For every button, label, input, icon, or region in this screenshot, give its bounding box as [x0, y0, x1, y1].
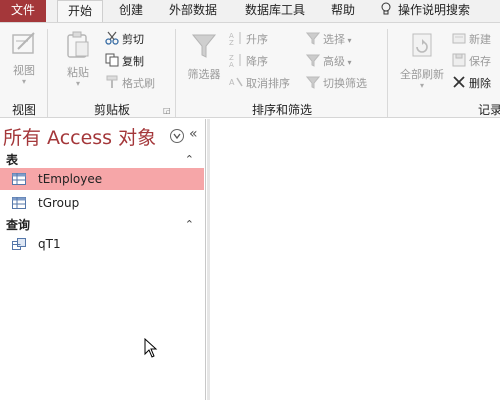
remove-sort-button[interactable]: A 取消排序: [229, 74, 290, 94]
nav-item-temployee[interactable]: tEmployee: [0, 168, 204, 190]
tab-file[interactable]: 文件: [0, 0, 46, 22]
selection-filter-button[interactable]: 选择 ▾: [306, 30, 352, 50]
copy-label: 复制: [122, 55, 144, 68]
sort-descending-icon: ZA: [229, 54, 241, 67]
navigation-pane: 所有 Access 对象 « 表 ⌃ tEmployee tGroup 查询 ⌃: [0, 119, 206, 400]
tell-me-label: 操作说明搜索: [398, 3, 471, 17]
advanced-dropdown-arrow-icon: ▾: [345, 58, 352, 67]
nav-pane-title[interactable]: 所有 Access 对象: [3, 123, 156, 150]
nav-section-queries[interactable]: 查询 ⌃: [0, 216, 206, 234]
cut-button[interactable]: 剪切: [105, 30, 144, 50]
ribbon: 视图 ▾ 视图 粘贴 ▾ 剪切 复制 格式刷 剪贴板 ◲ 筛选器 A Z 升序 …: [0, 22, 500, 118]
dialog-launcher-icon[interactable]: ◲: [163, 106, 171, 115]
sort-filter-group-label: 排序和筛选: [251, 103, 312, 117]
nav-section-tables-label: 表: [6, 153, 19, 167]
refresh-all-label: 全部刷新: [400, 68, 444, 81]
format-painter-button[interactable]: 格式刷: [105, 74, 155, 94]
lightbulb-icon: [381, 2, 391, 15]
delete-x-icon: [453, 76, 465, 88]
advanced-filter-button[interactable]: 高级 ▾: [306, 52, 352, 72]
sort-ascending-button[interactable]: AZ 升序: [229, 30, 268, 50]
design-view-icon: [12, 32, 35, 54]
nav-section-tables[interactable]: 表 ⌃: [0, 151, 206, 169]
nav-item-qt1[interactable]: qT1: [0, 233, 204, 255]
toggle-filter-label: 切换筛选: [323, 77, 367, 90]
group-separator: [387, 29, 388, 117]
new-label: 新建: [469, 33, 491, 46]
new-record-icon: [452, 33, 466, 44]
document-workspace: [210, 119, 500, 400]
mouse-pointer-icon: [144, 338, 158, 358]
group-separator: [175, 29, 176, 117]
nav-item-label: tEmployee: [38, 172, 103, 186]
sort-ascending-label: 升序: [246, 33, 268, 46]
format-painter-label: 格式刷: [122, 77, 155, 90]
nav-item-label: tGroup: [38, 196, 80, 210]
remove-sort-icon: A: [229, 77, 243, 87]
filter-button-label: 筛选器: [187, 68, 221, 81]
table-icon: [12, 173, 26, 185]
toggle-filter-icon: [306, 76, 320, 89]
view-dropdown-arrow-icon: ▾: [21, 77, 26, 86]
remove-sort-label: 取消排序: [246, 77, 290, 90]
selection-filter-icon: [306, 32, 320, 45]
svg-text:A: A: [229, 61, 234, 67]
group-separator: [47, 29, 48, 117]
paste-icon: [67, 31, 89, 58]
view-group-label: 视图: [11, 103, 36, 117]
nav-item-label: qT1: [38, 237, 61, 251]
tab-home[interactable]: 开始: [57, 0, 103, 23]
tab-help[interactable]: 帮助: [323, 0, 363, 22]
nav-item-tgroup[interactable]: tGroup: [0, 192, 204, 214]
collapse-chevron-icon: ⌃: [184, 218, 194, 231]
paste-button-label: 粘贴: [67, 66, 89, 79]
new-record-button[interactable]: 新建: [452, 30, 491, 50]
save-record-button[interactable]: 保存: [452, 52, 491, 72]
records-group-label: 记录: [478, 103, 500, 117]
ribbon-tab-strip: 文件 开始 创建 外部数据 数据库工具 帮助 操作说明搜索: [0, 0, 500, 23]
filter-button[interactable]: 筛选器: [182, 31, 226, 82]
save-label: 保存: [469, 55, 491, 68]
tell-me-search[interactable]: 操作说明搜索: [380, 0, 500, 22]
toggle-filter-button[interactable]: 切换筛选: [306, 74, 367, 94]
shutter-bar-collapse-icon[interactable]: «: [189, 126, 198, 142]
collapse-chevron-icon: ⌃: [184, 153, 194, 166]
advanced-filter-icon: [306, 54, 320, 67]
svg-text:Z: Z: [229, 39, 234, 45]
table-icon: [12, 197, 26, 209]
sort-descending-button[interactable]: ZA 降序: [229, 52, 268, 72]
copy-icon: [105, 53, 119, 67]
copy-button[interactable]: 复制: [105, 52, 144, 72]
tab-create[interactable]: 创建: [111, 0, 151, 22]
query-icon: [12, 238, 26, 250]
tab-external-data[interactable]: 外部数据: [162, 0, 224, 22]
svg-text:A: A: [229, 78, 235, 87]
refresh-dropdown-arrow-icon: ▾: [419, 81, 424, 90]
funnel-icon: [191, 34, 217, 58]
delete-label: 删除: [469, 77, 491, 90]
view-button[interactable]: 视图 ▾: [6, 29, 42, 86]
sort-ascending-icon: AZ: [229, 32, 241, 45]
refresh-icon: [412, 33, 432, 57]
cut-label: 剪切: [122, 33, 144, 46]
selection-label: 选择: [323, 33, 345, 46]
nav-section-queries-label: 查询: [6, 218, 31, 232]
clipboard-group-label: 剪贴板: [93, 103, 130, 117]
tab-database-tools[interactable]: 数据库工具: [236, 0, 314, 22]
refresh-all-button[interactable]: 全部刷新 ▾: [394, 31, 450, 90]
advanced-label: 高级: [323, 55, 345, 68]
view-button-label: 视图: [13, 64, 35, 77]
paste-dropdown-arrow-icon: ▾: [75, 79, 80, 88]
format-painter-icon: [106, 75, 118, 88]
save-icon: [452, 53, 466, 67]
selection-dropdown-arrow-icon: ▾: [345, 36, 352, 45]
delete-record-button[interactable]: 删除: [452, 74, 491, 94]
scissors-icon: [105, 31, 119, 45]
sort-descending-label: 降序: [246, 55, 268, 68]
nav-pane-menu-icon[interactable]: [170, 129, 184, 143]
paste-button[interactable]: 粘贴 ▾: [58, 29, 98, 88]
